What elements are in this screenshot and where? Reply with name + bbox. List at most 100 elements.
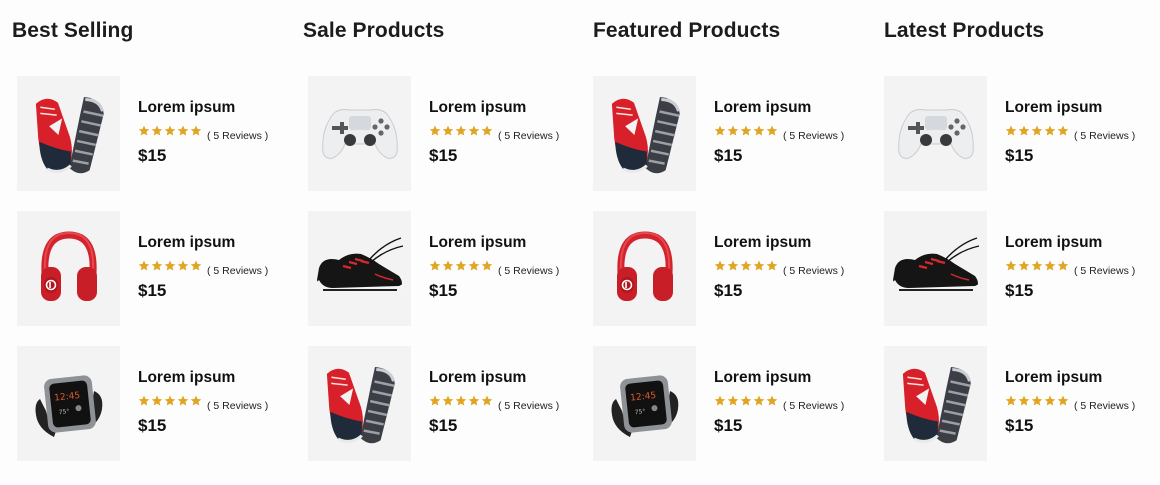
section-title: Sale Products [303,19,445,42]
headphones-red-icon [613,229,677,309]
star-icon [714,393,726,411]
product-name[interactable]: Lorem ipsum [714,99,811,117]
section-title: Featured Products [593,19,781,42]
star-icon [151,393,163,411]
review-count: ( 5 Reviews ) [1074,400,1136,412]
product-image[interactable]: 12:45 75° [17,346,120,461]
product-image[interactable] [308,346,411,461]
star-icon [442,393,454,411]
product-price: $15 [429,146,458,165]
review-count: ( 5 Reviews ) [783,130,845,142]
product-card[interactable]: Lorem ipsum ( 5 Reviews ) $15 [308,211,578,326]
star-icon [766,123,778,141]
rating-stars [138,393,202,411]
star-icon [727,123,739,141]
product-name[interactable]: Lorem ipsum [429,234,526,252]
star-icon [455,258,467,276]
product-name[interactable]: Lorem ipsum [138,234,235,252]
sneaker-red-icon [320,359,400,449]
star-icon [190,258,202,276]
review-count: ( 5 Reviews ) [1074,265,1136,277]
product-card[interactable]: Lorem ipsum ( 5 Reviews ) $15 [308,346,578,461]
gamepad-white-icon [895,104,977,164]
star-icon [1044,258,1056,276]
product-image[interactable] [884,76,987,191]
product-image[interactable] [884,211,987,326]
product-name[interactable]: Lorem ipsum [1005,99,1102,117]
star-icon [1057,123,1069,141]
star-icon [481,258,493,276]
review-count: ( 5 Reviews ) [498,130,560,142]
product-name[interactable]: Lorem ipsum [138,369,235,387]
product-name[interactable]: Lorem ipsum [429,99,526,117]
product-section: Sale Products Lorem ipsum ( 5 Reviews ) $1… [303,0,573,485]
product-name[interactable]: Lorem ipsum [714,369,811,387]
product-price: $15 [138,281,167,300]
product-name[interactable]: Lorem ipsum [138,99,235,117]
star-icon [164,393,176,411]
product-price: $15 [429,281,458,300]
star-icon [151,258,163,276]
rating-stars [1005,393,1069,411]
product-card[interactable]: Lorem ipsum ( 5 Reviews ) $15 [17,76,287,191]
star-icon [442,123,454,141]
product-info: Lorem ipsum ( 5 Reviews ) $15 [429,76,579,191]
product-image[interactable] [17,76,120,191]
review-count: ( 5 Reviews ) [207,130,269,142]
star-icon [714,123,726,141]
section-title: Latest Products [884,19,1045,42]
rating-stars [429,123,493,141]
star-icon [1057,393,1069,411]
product-card[interactable]: Lorem ipsum ( 5 Reviews ) $15 [884,211,1154,326]
star-icon [753,258,765,276]
product-image[interactable] [884,346,987,461]
product-price: $15 [714,146,743,165]
product-card[interactable]: 12:45 75° Lorem ipsum ( 5 Reviews ) $15 [593,346,863,461]
star-icon [1018,258,1030,276]
product-name[interactable]: Lorem ipsum [429,369,526,387]
product-price: $15 [1005,416,1034,435]
review-count: ( 5 Reviews ) [207,400,269,412]
rating-stars [714,123,778,141]
product-image[interactable] [308,211,411,326]
product-name[interactable]: Lorem ipsum [1005,369,1102,387]
product-card[interactable]: Lorem ipsum ( 5 Reviews ) $15 [308,76,578,191]
product-card[interactable]: Lorem ipsum ( 5 Reviews ) $15 [884,346,1154,461]
star-icon [468,258,480,276]
smartwatch-icon: 12:45 75° [32,363,106,445]
star-icon [753,393,765,411]
product-name[interactable]: Lorem ipsum [1005,234,1102,252]
product-info: Lorem ipsum ( 5 Reviews ) $15 [1005,346,1155,461]
star-icon [429,123,441,141]
product-name[interactable]: Lorem ipsum [714,234,811,252]
star-icon [1018,123,1030,141]
sneaker-red-icon [29,89,109,179]
rating-stars [138,258,202,276]
product-card[interactable]: Lorem ipsum ( 5 Reviews ) $15 [593,76,863,191]
star-icon [177,258,189,276]
star-icon [138,258,150,276]
svg-text:75°: 75° [58,408,69,416]
product-card[interactable]: Lorem ipsum ( 5 Reviews ) $15 [17,211,287,326]
star-icon [138,123,150,141]
product-image[interactable] [593,76,696,191]
product-price: $15 [714,416,743,435]
product-info: Lorem ipsum ( 5 Reviews ) $15 [714,76,864,191]
product-price: $15 [138,146,167,165]
star-icon [1005,258,1017,276]
star-icon [727,393,739,411]
product-image[interactable] [593,211,696,326]
star-icon [1031,393,1043,411]
product-card[interactable]: Lorem ipsum ( 5 Reviews ) $15 [884,76,1154,191]
product-image[interactable]: 12:45 75° [593,346,696,461]
sneaker-red-icon [605,89,685,179]
product-card[interactable]: Lorem ipsum ( 5 Reviews ) $15 [593,211,863,326]
product-card[interactable]: 12:45 75° Lorem ipsum ( 5 Reviews ) $15 [17,346,287,461]
product-image[interactable] [17,211,120,326]
star-icon [442,258,454,276]
product-image[interactable] [308,76,411,191]
star-icon [455,123,467,141]
product-section: Latest Products Lorem ipsum ( 5 Reviews )… [884,0,1154,485]
product-price: $15 [1005,281,1034,300]
product-info: Lorem ipsum ( 5 Reviews ) $15 [138,211,288,326]
